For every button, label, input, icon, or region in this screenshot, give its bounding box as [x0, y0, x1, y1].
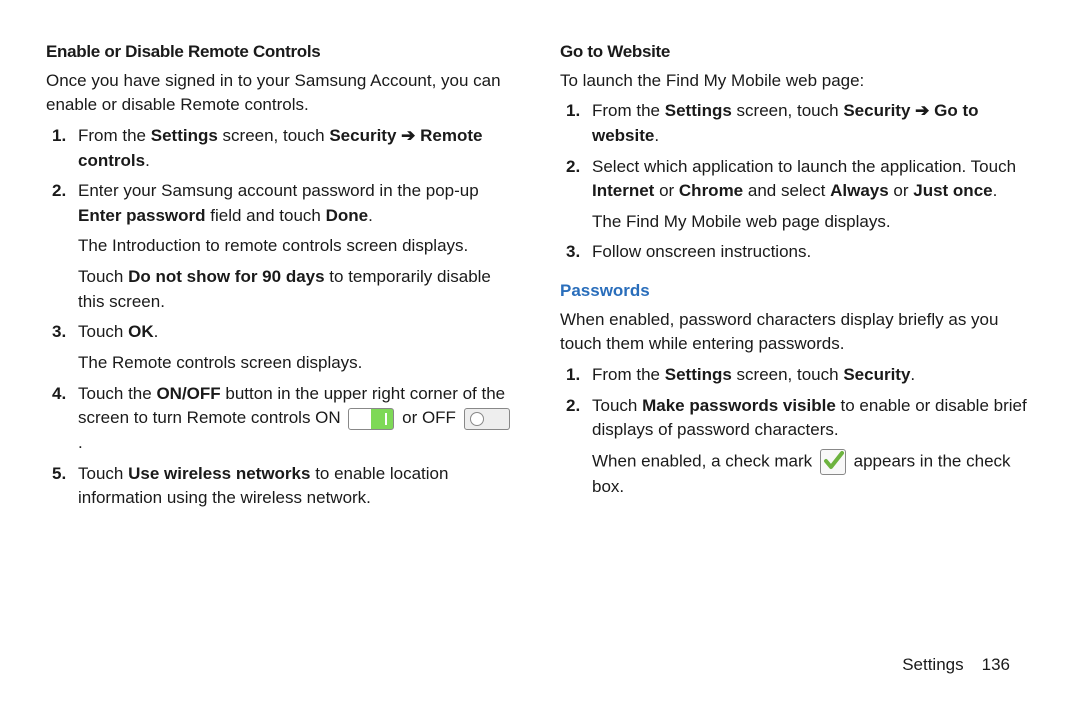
website-step-3: Follow onscreen instructions.: [560, 240, 1034, 265]
website-step-2: Select which application to launch the a…: [560, 155, 1034, 235]
left-step-2: Enter your Samsung account password in t…: [46, 179, 520, 314]
right-intro-1: To launch the Find My Mobile web page:: [560, 69, 1034, 94]
right-heading-1: Go to Website: [560, 40, 1034, 65]
arrow-icon: ➔: [910, 101, 934, 120]
passwords-step-2: Touch Make passwords visible to enable o…: [560, 394, 1034, 500]
left-step-5: Touch Use wireless networks to enable lo…: [46, 462, 520, 511]
right-column: Go to Website To launch the Find My Mobi…: [560, 38, 1034, 517]
footer-page-number: 136: [982, 655, 1010, 674]
left-steps: From the Settings screen, touch Security…: [46, 124, 520, 511]
left-step-3: Touch OK. The Remote controls screen dis…: [46, 320, 520, 375]
passwords-steps: From the Settings screen, touch Security…: [560, 363, 1034, 500]
arrow-icon: ➔: [396, 126, 420, 145]
left-column: Enable or Disable Remote Controls Once y…: [46, 38, 520, 517]
passwords-intro: When enabled, password characters displa…: [560, 308, 1034, 357]
website-step-1: From the Settings screen, touch Security…: [560, 99, 1034, 148]
passwords-step-1: From the Settings screen, touch Security…: [560, 363, 1034, 388]
left-heading: Enable or Disable Remote Controls: [46, 40, 520, 65]
right-steps-website: From the Settings screen, touch Security…: [560, 99, 1034, 265]
passwords-heading: Passwords: [560, 279, 1034, 304]
page-footer: Settings 136: [902, 653, 1010, 678]
toggle-off-icon: [464, 408, 510, 430]
checkmark-icon: [820, 449, 846, 475]
left-step-1: From the Settings screen, touch Security…: [46, 124, 520, 173]
left-intro: Once you have signed in to your Samsung …: [46, 69, 520, 118]
footer-section: Settings: [902, 655, 963, 674]
toggle-on-icon: [348, 408, 394, 430]
left-step-4: Touch the ON/OFF button in the upper rig…: [46, 382, 520, 456]
